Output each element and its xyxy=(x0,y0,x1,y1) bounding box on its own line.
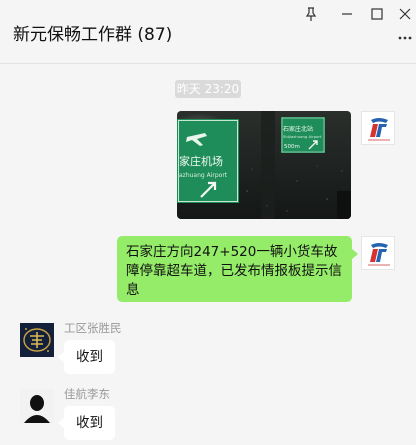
image-message[interactable]: 家庄机场 azhuang Airport 石家庄北站 Shijiazhuang … xyxy=(177,111,351,219)
svg-text:500m: 500m xyxy=(284,144,300,150)
avatar-image xyxy=(20,323,54,357)
chat-title: 新元保畅工作群 (87) xyxy=(13,25,173,45)
self-message-bubble[interactable]: 石家庄方向247+520一辆小货车故障停靠超车道，已发布情报板提示信息 xyxy=(117,236,358,302)
svg-text:Shijiazhuang Airport: Shijiazhuang Airport xyxy=(283,134,322,139)
svg-text:azhuang Airport: azhuang Airport xyxy=(179,172,228,179)
more-icon[interactable] xyxy=(398,34,412,42)
message-list[interactable]: 昨天 23:20 家庄机场 azhuang Airport 石家庄北站 Shij… xyxy=(0,64,416,445)
sender-name: 工区张胜民 xyxy=(64,321,122,335)
minimize-icon[interactable] xyxy=(336,6,358,22)
close-icon[interactable] xyxy=(394,6,416,22)
self-avatar[interactable] xyxy=(361,111,395,145)
svg-text:家庄机场: 家庄机场 xyxy=(179,154,223,168)
avatar-image xyxy=(20,389,54,423)
sender-avatar[interactable] xyxy=(20,323,54,357)
self-avatar[interactable] xyxy=(361,236,395,270)
other-message-bubble[interactable]: 收到 xyxy=(58,406,115,440)
road-sign-photo: 家庄机场 azhuang Airport 石家庄北站 Shijiazhuang … xyxy=(177,111,351,219)
sender-name: 佳航李东 xyxy=(64,387,110,401)
maximize-icon[interactable] xyxy=(366,6,388,22)
logo-icon xyxy=(368,243,390,266)
chat-header: 新元保畅工作群 (87) xyxy=(0,0,416,64)
message-timestamp: 昨天 23:20 xyxy=(175,80,241,98)
svg-text:石家庄北站: 石家庄北站 xyxy=(283,125,313,133)
other-message-bubble[interactable]: 收到 xyxy=(58,340,115,374)
sender-avatar[interactable] xyxy=(20,389,54,423)
logo-icon xyxy=(368,118,390,141)
pin-icon[interactable] xyxy=(300,6,322,22)
